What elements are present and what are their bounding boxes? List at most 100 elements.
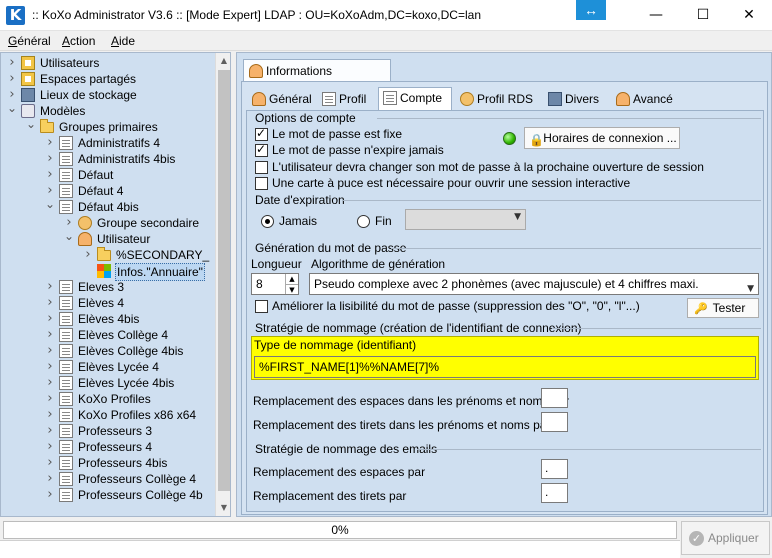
must-change-password-checkbox[interactable] (255, 161, 268, 174)
minimize-button[interactable]: — (633, 0, 679, 30)
chevron-right-icon[interactable]: › (45, 359, 55, 375)
chevron-down-icon[interactable]: ⌄ (7, 102, 17, 119)
tree-item[interactable]: › Professeurs Collège 4b (1, 487, 215, 503)
template-icon (59, 168, 73, 182)
tree-item-label: Eleves 3 (78, 280, 125, 294)
tree-item-label: Elèves 4 (78, 296, 125, 310)
tree-item[interactable]: Infos."Annuaire" (1, 263, 215, 281)
tree-item[interactable]: ⌄ Utilisateur (1, 230, 215, 247)
tree-item[interactable]: › Elèves 4bis (1, 311, 215, 327)
chevron-down-icon[interactable]: ⌄ (26, 118, 36, 135)
template-icon (59, 152, 73, 166)
chevron-right-icon[interactable]: › (45, 455, 55, 471)
chevron-down-icon[interactable]: ⌄ (64, 230, 74, 247)
tree-item[interactable]: › Professeurs 3 (1, 423, 215, 439)
tree-item[interactable]: › Professeurs 4 (1, 439, 215, 455)
chevron-right-icon[interactable]: › (7, 71, 17, 87)
navigation-tree[interactable]: › Utilisateurs › Espaces partagés › Lieux de … (0, 52, 231, 517)
tree-item[interactable]: › Défaut (1, 167, 215, 183)
smartcard-required-checkbox[interactable] (255, 177, 268, 190)
menu-action[interactable]: Action (62, 34, 95, 48)
chevron-right-icon[interactable]: › (45, 375, 55, 391)
naming-type-input[interactable]: %FIRST_NAME[1]%%NAME[7]% (254, 356, 756, 378)
tree-item[interactable]: › Administratifs 4bis (1, 151, 215, 167)
group-icon (78, 216, 92, 230)
email-space-replace-input[interactable]: . (541, 459, 568, 479)
chevron-down-icon[interactable]: ⌄ (45, 198, 55, 215)
menu-help[interactable]: Aide (111, 34, 135, 48)
window-title: :: KoXo Administrator V3.6 :: [Mode Expe… (32, 8, 481, 22)
resize-arrows-icon[interactable]: ↔ (576, 0, 606, 20)
tab-profil[interactable]: Profil (318, 89, 374, 110)
scroll-thumb[interactable] (218, 70, 230, 491)
maximize-button[interactable]: ☐ (680, 0, 726, 30)
tree-item[interactable]: › Elèves Lycée 4bis (1, 375, 215, 391)
scroll-up-icon[interactable]: ▲ (216, 53, 230, 69)
length-stepper[interactable]: 8 ▲ ▼ (251, 273, 299, 295)
tree-item[interactable]: › Elèves Collège 4 (1, 327, 215, 343)
tab-general[interactable]: Général (248, 89, 314, 110)
tree-scrollbar[interactable]: ▲ ▼ (215, 53, 230, 516)
chevron-right-icon[interactable]: › (45, 471, 55, 487)
tab-profil-rds[interactable]: Profil RDS (456, 89, 542, 110)
tree-item[interactable]: › Elèves Lycée 4 (1, 359, 215, 375)
algorithm-select[interactable]: Pseudo complexe avec 2 phonèmes (avec ma… (309, 273, 759, 295)
improve-readability-checkbox[interactable] (255, 300, 268, 313)
tree-item[interactable]: ⌄ Groupes primaires (1, 118, 215, 135)
tab-avance[interactable]: Avancé (612, 89, 682, 110)
expiration-never-label: Jamais (279, 214, 318, 228)
chevron-right-icon[interactable]: › (45, 343, 55, 359)
password-never-expires-checkbox[interactable] (255, 142, 268, 157)
tree-item[interactable]: › %SECONDARY_ (1, 247, 215, 263)
tree-item[interactable]: › Espaces partagés (1, 71, 215, 87)
expiration-end-radio[interactable] (357, 215, 370, 228)
tree-item[interactable]: › KoXo Profiles x86 x64 (1, 407, 215, 423)
smartcard-required-label: Une carte à puce est nécessaire pour ouv… (272, 176, 631, 190)
chevron-right-icon[interactable]: › (45, 279, 55, 295)
chevron-right-icon[interactable]: › (45, 391, 55, 407)
tree-item[interactable]: ⌄ Défaut 4bis (1, 198, 215, 215)
expiration-never-radio[interactable] (261, 215, 274, 228)
chevron-right-icon[interactable]: › (45, 407, 55, 423)
chevron-right-icon[interactable]: › (45, 439, 55, 455)
lock-clock-icon: 🔒 (529, 133, 544, 147)
chevron-right-icon[interactable]: › (45, 167, 55, 183)
tab-informations-annuaire[interactable]: Informations "Annuaire" (243, 59, 391, 100)
test-button[interactable]: 🔑 Tester (687, 298, 759, 318)
chevron-right-icon[interactable]: › (45, 423, 55, 439)
chevron-right-icon[interactable]: › (7, 55, 17, 71)
stepper-down-icon[interactable]: ▼ (285, 284, 298, 294)
expiration-date-picker[interactable]: ▼ (405, 209, 526, 230)
tree-item[interactable]: › Professeurs 4bis (1, 455, 215, 471)
name-dash-replace-input[interactable] (541, 412, 568, 432)
tree-item[interactable]: › Elèves 4 (1, 295, 215, 311)
chevron-right-icon[interactable]: › (45, 295, 55, 311)
close-button[interactable]: ✕ (726, 0, 772, 30)
tree-item[interactable]: › Utilisateurs (1, 55, 215, 71)
chevron-right-icon[interactable]: › (83, 247, 93, 263)
tree-item[interactable]: › Lieux de stockage (1, 87, 215, 103)
tree-item[interactable]: › Groupe secondaire (1, 215, 215, 231)
tree-item[interactable]: › Eleves 3 (1, 279, 215, 295)
password-fixed-checkbox[interactable] (255, 126, 268, 141)
tab-compte[interactable]: Compte (378, 87, 452, 110)
chevron-right-icon[interactable]: › (45, 487, 55, 503)
chevron-right-icon[interactable]: › (45, 135, 55, 151)
name-space-replace-input[interactable] (541, 388, 568, 408)
menu-general[interactable]: Général (8, 34, 51, 48)
chevron-right-icon[interactable]: › (45, 311, 55, 327)
tree-item[interactable]: › Elèves Collège 4bis (1, 343, 215, 359)
tree-item[interactable]: › KoXo Profiles (1, 391, 215, 407)
tree-item-label: Professeurs Collège 4b (78, 488, 203, 502)
stepper-up-icon[interactable]: ▲ (285, 274, 298, 284)
chevron-right-icon[interactable]: › (45, 151, 55, 167)
chevron-right-icon[interactable]: › (45, 327, 55, 343)
email-dash-replace-input[interactable]: . (541, 483, 568, 503)
tree-item[interactable]: › Administratifs 4 (1, 135, 215, 151)
login-hours-button[interactable]: 🔒 Horaires de connexion ... (524, 127, 680, 149)
tab-divers[interactable]: Divers (544, 89, 610, 110)
tree-item[interactable]: › Professeurs Collège 4 (1, 471, 215, 487)
tree-item[interactable]: › Défaut 4 (1, 183, 215, 199)
scroll-down-icon[interactable]: ▼ (216, 500, 230, 516)
apply-button[interactable]: ✓ Appliquer (681, 521, 770, 555)
